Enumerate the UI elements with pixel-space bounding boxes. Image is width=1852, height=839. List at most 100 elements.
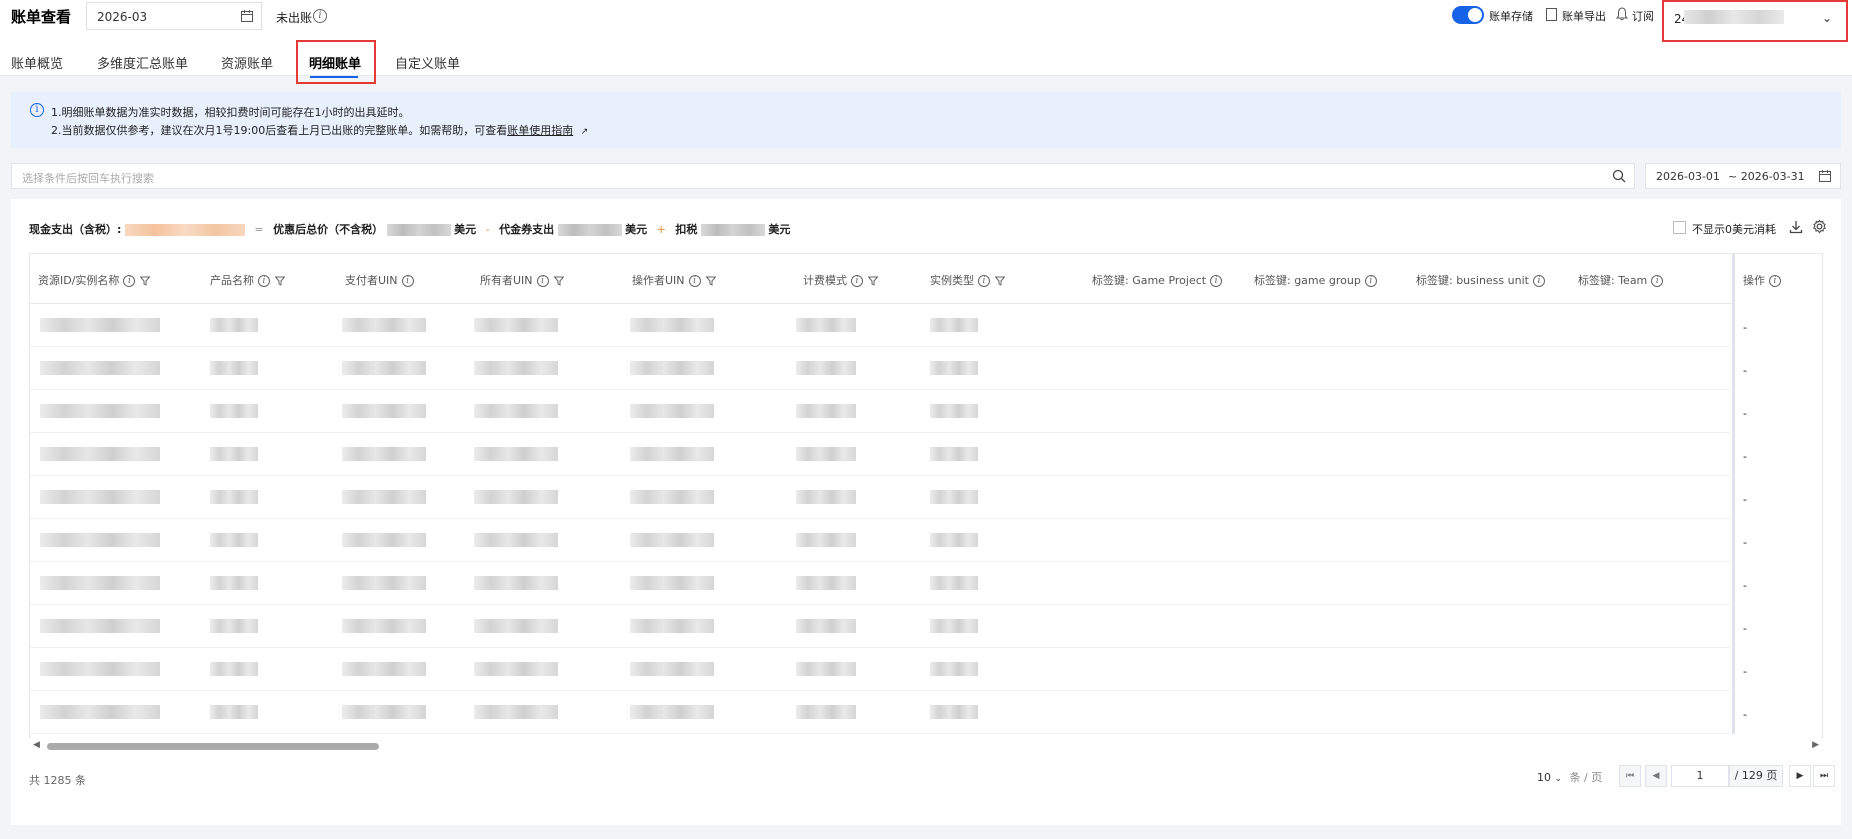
cell-blurred	[474, 361, 558, 375]
horizontal-scrollbar[interactable]: ◀ ▶	[29, 739, 1823, 753]
hide-zero-checkbox[interactable]	[1673, 221, 1686, 234]
tab-multi-summary[interactable]: 多维度汇总账单	[97, 53, 188, 72]
export-button[interactable]: 账单导出	[1562, 8, 1606, 24]
tab-resource[interactable]: 资源账单	[221, 53, 273, 72]
notice-line-2-text: 2.当前数据仅供参考，建议在次月1号19:00后查看上月已出账的完整账单。如需帮…	[51, 124, 508, 137]
info-icon[interactable]: i	[258, 275, 270, 287]
info-icon[interactable]: i	[1651, 275, 1664, 287]
cell-blurred	[474, 533, 558, 547]
table-row[interactable]	[30, 476, 1730, 519]
action-cell[interactable]: -	[1743, 321, 1747, 334]
scroll-left-icon[interactable]: ◀	[33, 740, 40, 750]
bell-icon[interactable]	[1616, 7, 1628, 21]
unbilled-label: 未出账	[276, 11, 313, 25]
action-cell[interactable]: -	[1743, 450, 1747, 463]
info-icon[interactable]: i	[1769, 275, 1781, 287]
search-input[interactable]: 选择条件后按回车执行搜索	[11, 163, 1635, 189]
action-cell[interactable]: -	[1743, 493, 1747, 506]
cell-blurred	[630, 361, 714, 375]
cell-blurred	[210, 318, 258, 332]
cell-blurred	[474, 404, 558, 418]
action-cell[interactable]: -	[1743, 407, 1747, 420]
plus-sign: +	[656, 223, 666, 236]
search-icon[interactable]	[1612, 169, 1626, 183]
cost-summary: 现金支出（含税）: = 优惠后总价（不含税） 美元 - 代金券支出 美元 + 扣…	[29, 221, 790, 237]
cell-blurred	[210, 447, 258, 461]
download-icon[interactable]	[1789, 220, 1803, 234]
export-icon[interactable]	[1546, 8, 1557, 21]
info-icon[interactable]: i	[978, 275, 990, 287]
next-page-icon[interactable]: ▶	[1789, 765, 1811, 787]
cell-blurred	[210, 490, 258, 504]
action-cell[interactable]: -	[1743, 622, 1747, 635]
guide-link[interactable]: 账单使用指南	[507, 124, 573, 137]
cell-blurred	[40, 533, 160, 547]
info-icon[interactable]: i	[536, 275, 549, 287]
info-icon[interactable]: i	[123, 275, 136, 287]
prev-page-icon[interactable]: ◀	[1645, 765, 1667, 787]
filter-icon[interactable]	[140, 276, 151, 286]
info-icon[interactable]: i	[401, 275, 414, 287]
table-row[interactable]	[30, 605, 1730, 648]
info-icon[interactable]: i	[313, 9, 327, 23]
action-cell[interactable]: -	[1743, 579, 1747, 592]
cell-blurred	[40, 404, 160, 418]
page-number-input[interactable]: 1	[1671, 765, 1729, 787]
action-cell[interactable]: -	[1743, 708, 1747, 721]
action-cell[interactable]: -	[1743, 536, 1747, 549]
filter-icon[interactable]	[275, 276, 285, 286]
account-selector[interactable]: 24 ⌄	[1662, 0, 1848, 42]
table-row[interactable]	[30, 390, 1730, 433]
scrollbar-thumb[interactable]	[47, 743, 379, 750]
scroll-right-icon[interactable]: ▶	[1812, 740, 1819, 750]
cell-blurred	[40, 318, 160, 332]
last-page-icon[interactable]: ⏭	[1813, 765, 1835, 787]
cell-blurred	[796, 404, 856, 418]
cell-blurred	[796, 619, 856, 633]
cell-blurred	[210, 533, 258, 547]
page-size-select[interactable]: 10 ⌄ 条 / 页	[1537, 769, 1602, 785]
storage-toggle-label: 账单存储	[1489, 10, 1533, 23]
table-row[interactable]	[30, 691, 1730, 734]
table-row[interactable]	[30, 347, 1730, 390]
tax-label: 扣税	[675, 223, 698, 236]
filter-icon[interactable]	[553, 276, 564, 286]
storage-toggle[interactable]	[1452, 6, 1484, 24]
info-icon[interactable]: i	[1532, 275, 1545, 287]
info-icon[interactable]: i	[1210, 275, 1223, 287]
cell-blurred	[342, 447, 426, 461]
cell-blurred	[40, 619, 160, 633]
cell-blurred	[342, 533, 426, 547]
table-row[interactable]	[30, 648, 1730, 691]
cell-blurred	[210, 619, 258, 633]
filter-icon[interactable]	[995, 276, 1005, 286]
tab-overview[interactable]: 账单概览	[11, 53, 63, 72]
cell-blurred	[796, 318, 856, 332]
first-page-icon[interactable]: ⏮	[1619, 765, 1641, 787]
column-label: 资源ID/实例名称	[38, 274, 120, 287]
action-cell[interactable]: -	[1743, 665, 1747, 678]
table-row[interactable]	[30, 562, 1730, 605]
info-icon[interactable]: i	[1364, 275, 1377, 287]
cell-blurred	[210, 404, 258, 418]
info-icon[interactable]: i	[688, 275, 701, 287]
tab-custom[interactable]: 自定义账单	[395, 53, 460, 72]
top-bar: 账单查看 2026-03 未出账 i 账单存储 账单导出 订阅 24 ⌄	[0, 0, 1852, 76]
cell-blurred	[930, 662, 978, 676]
month-picker[interactable]: 2026-03	[86, 2, 262, 30]
cell-blurred	[40, 705, 160, 719]
cell-blurred	[796, 576, 856, 590]
info-icon[interactable]: i	[851, 275, 863, 287]
table-row[interactable]	[30, 433, 1730, 476]
subscribe-button[interactable]: 订阅	[1632, 8, 1654, 24]
filter-icon[interactable]	[705, 276, 716, 286]
date-range-picker[interactable]: 2026-03-01 ~ 2026-03-31	[1645, 163, 1841, 189]
action-cell[interactable]: -	[1743, 364, 1747, 377]
gear-icon[interactable]	[1812, 219, 1827, 234]
per-page-label: 条 / 页	[1569, 771, 1603, 784]
column-header: 所有者UIN i	[480, 272, 564, 288]
table-row[interactable]	[30, 519, 1730, 562]
search-placeholder: 选择条件后按回车执行搜索	[22, 172, 154, 185]
table-row[interactable]	[30, 304, 1730, 347]
filter-icon[interactable]	[868, 276, 878, 286]
